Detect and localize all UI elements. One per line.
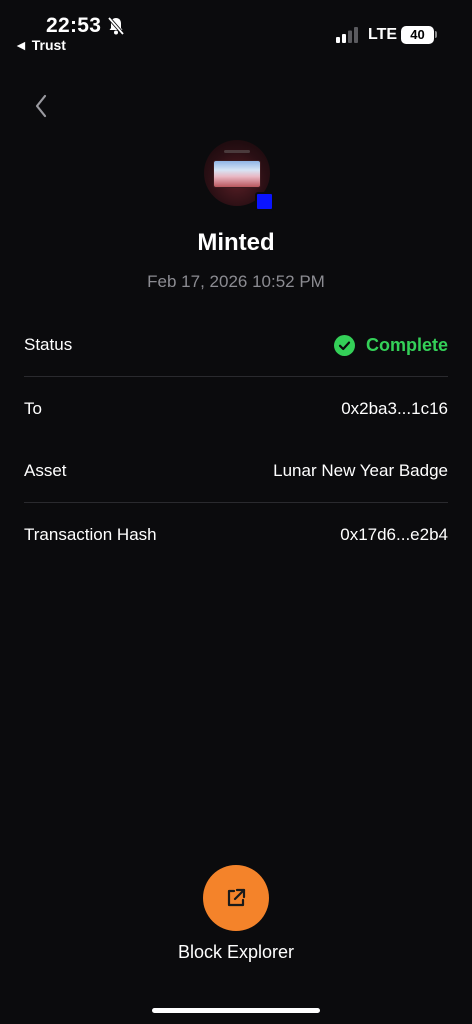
check-circle-icon xyxy=(333,334,355,356)
network-type: LTE xyxy=(368,26,398,43)
nft-image-artwork xyxy=(213,160,261,188)
detail-row-status: Status Complete xyxy=(24,314,448,377)
chain-badge-icon xyxy=(255,192,274,211)
battery-cap xyxy=(435,31,437,38)
status-badge: Complete xyxy=(333,334,448,356)
block-explorer-button[interactable] xyxy=(203,865,269,931)
chevron-left-icon[interactable] xyxy=(30,92,54,120)
home-indicator[interactable] xyxy=(152,1008,320,1013)
detail-label: Transaction Hash xyxy=(24,524,157,544)
transaction-date: Feb 17, 2026 10:52 PM xyxy=(147,272,325,291)
nft-image-topbar xyxy=(224,150,250,153)
detail-row-asset: Asset Lunar New Year Badge xyxy=(24,440,448,503)
page-title: Minted xyxy=(197,229,275,256)
battery-indicator: 40 xyxy=(401,26,434,44)
detail-label: Status xyxy=(24,335,73,354)
transaction-hash[interactable]: 0x17d6...e2b4 xyxy=(340,525,448,545)
back-to-app-link[interactable]: ◄ Trust xyxy=(14,37,66,53)
to-address[interactable]: 0x2ba3...1c16 xyxy=(341,399,448,419)
bell-slash-icon xyxy=(107,16,125,36)
signal-bars-icon xyxy=(336,27,358,43)
detail-row-to: To 0x2ba3...1c16 xyxy=(24,377,448,440)
detail-label: Asset xyxy=(24,461,67,480)
detail-label: To xyxy=(24,398,42,418)
detail-row-hash: Transaction Hash 0x17d6...e2b4 xyxy=(24,503,448,566)
status-time: 22:53 xyxy=(46,14,102,37)
status-text: Complete xyxy=(365,334,448,355)
external-link-icon xyxy=(227,888,246,907)
transaction-details: Status Complete To 0x2ba3...1c16 Asset L… xyxy=(24,314,448,566)
asset-name: Lunar New Year Badge xyxy=(273,461,448,480)
status-bar: 22:53 ◄ Trust LTE 40 xyxy=(0,0,472,60)
block-explorer-label[interactable]: Block Explorer xyxy=(0,942,472,963)
